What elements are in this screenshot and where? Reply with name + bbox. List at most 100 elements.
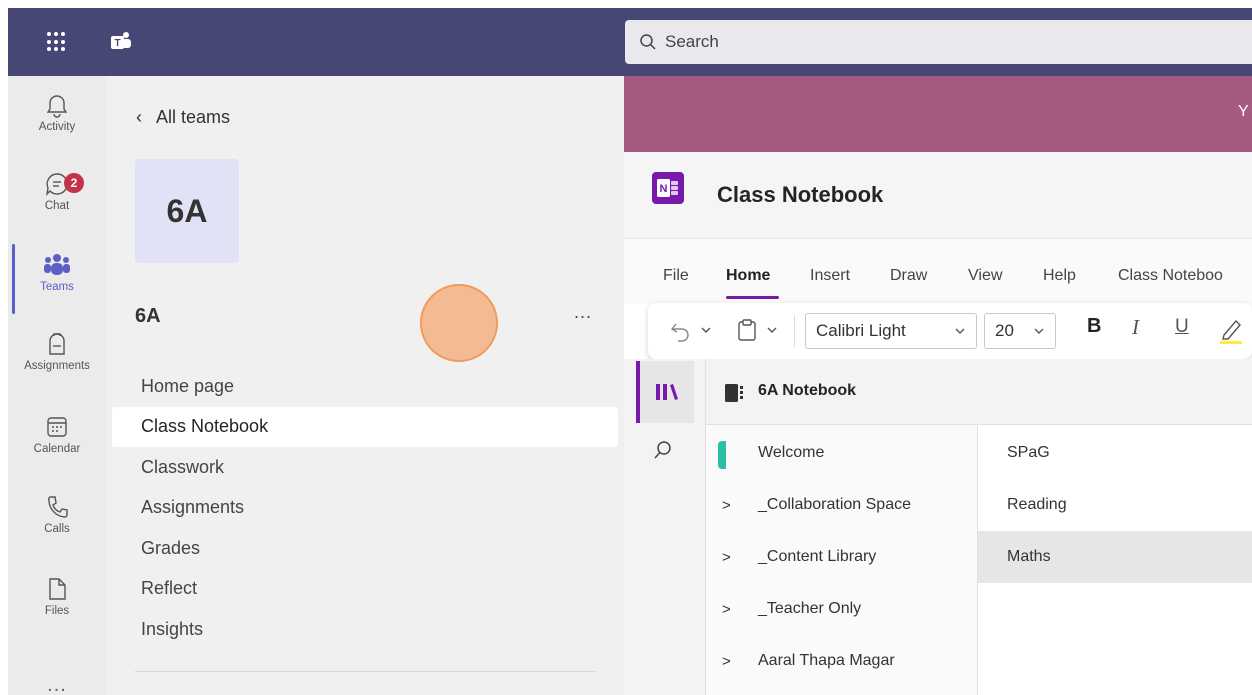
highlighter-icon[interactable] xyxy=(1218,317,1244,345)
app-header: T Search xyxy=(8,8,1252,76)
page-item-maths[interactable]: Maths xyxy=(978,531,1252,583)
tab-insert[interactable]: Insert xyxy=(810,267,850,285)
phone-icon xyxy=(48,496,68,518)
chevron-down-icon[interactable] xyxy=(766,325,778,335)
search-placeholder: Search xyxy=(665,32,719,51)
file-icon xyxy=(49,578,66,600)
notebook-icon xyxy=(725,384,743,402)
section-label: Aaral Thapa Magar xyxy=(758,652,895,669)
rail-label: Calendar xyxy=(33,443,81,455)
team-name: 6A xyxy=(135,305,161,327)
page-title: Class Notebook xyxy=(717,182,884,207)
section-label: _Content Library xyxy=(758,548,877,565)
app-bar: Activity 2 Chat Teams Assignments Calend… xyxy=(8,76,106,695)
chevron-left-icon: ‹ xyxy=(136,107,142,127)
section-group-student[interactable]: > Aaral Thapa Magar xyxy=(706,635,978,687)
section-list: Welcome > _Collaboration Space > _Conten… xyxy=(706,425,978,695)
chevron-right-icon[interactable]: > xyxy=(722,549,731,566)
chevron-right-icon[interactable]: > xyxy=(722,601,731,618)
onenote-logo-letter: N xyxy=(660,183,668,195)
rail-item-calls[interactable]: Calls xyxy=(8,494,106,564)
italic-button[interactable]: I xyxy=(1132,315,1139,340)
nav-item-class-notebook[interactable]: Class Notebook xyxy=(112,406,618,447)
section-item-welcome[interactable]: Welcome xyxy=(706,427,978,479)
section-group-collaboration-space[interactable]: > _Collaboration Space xyxy=(706,479,978,531)
rail-label: Activity xyxy=(38,121,76,133)
section-group-teacher-only[interactable]: > _Teacher Only xyxy=(706,583,978,635)
nav-item-reflect[interactable]: Reflect xyxy=(112,569,618,610)
chevron-right-icon[interactable]: > xyxy=(722,497,731,514)
chevron-down-icon xyxy=(1034,328,1044,334)
team-more-options-button[interactable]: ... xyxy=(574,302,592,323)
rail-item-assignments[interactable]: Assignments xyxy=(8,331,106,401)
section-color-tab xyxy=(718,441,726,469)
notebook-selector[interactable]: 6A Notebook xyxy=(706,359,1252,425)
toolbar-divider xyxy=(794,315,795,347)
notebook-nav-rail xyxy=(624,359,706,695)
chevron-down-icon[interactable] xyxy=(700,325,712,335)
bold-button[interactable]: B xyxy=(1087,315,1101,338)
font-family-select[interactable]: Calibri Light xyxy=(805,313,977,349)
click-indicator xyxy=(420,284,498,362)
rail-label: Files xyxy=(44,605,70,617)
more-apps-button[interactable]: ... xyxy=(8,674,106,695)
page-item-reading[interactable]: Reading xyxy=(978,479,1252,531)
section-group-content-library[interactable]: > _Content Library xyxy=(706,531,978,583)
all-teams-back-link[interactable]: ‹ All teams xyxy=(136,107,230,128)
svg-text:T: T xyxy=(114,38,120,49)
search-icon xyxy=(640,34,656,50)
undo-icon[interactable] xyxy=(670,320,692,342)
chevron-right-icon[interactable]: > xyxy=(722,653,731,670)
search-icon[interactable] xyxy=(652,439,674,461)
rail-item-activity[interactable]: Activity xyxy=(8,92,106,162)
rail-item-teams[interactable]: Teams xyxy=(8,252,106,322)
section-label: _Collaboration Space xyxy=(758,496,911,513)
bell-icon xyxy=(46,95,68,118)
backpack-icon xyxy=(49,333,65,355)
calendar-icon xyxy=(47,417,67,437)
notebooks-library-button[interactable] xyxy=(636,361,694,423)
tab-home[interactable]: Home xyxy=(726,267,770,285)
nav-item-home-page[interactable]: Home page xyxy=(112,366,618,407)
teams-icon xyxy=(44,254,70,275)
section-label: Welcome xyxy=(758,444,825,461)
chat-badge: 2 xyxy=(64,173,84,193)
rail-label: Teams xyxy=(40,281,74,293)
notebook-header: N Class Notebook xyxy=(624,152,1252,238)
rail-item-files[interactable]: Files xyxy=(8,576,106,646)
tab-help[interactable]: Help xyxy=(1043,267,1076,285)
tab-view[interactable]: View xyxy=(968,267,1002,285)
page-list: SPaG Reading Maths xyxy=(978,425,1252,695)
app-launcher-icon[interactable] xyxy=(47,32,67,52)
onenote-icon: N xyxy=(652,172,684,204)
nav-item-assignments[interactable]: Assignments xyxy=(112,488,618,529)
rail-item-calendar[interactable]: Calendar xyxy=(8,414,106,484)
tab-class-notebook[interactable]: Class Noteboo xyxy=(1118,267,1223,285)
notification-banner: Y xyxy=(624,76,1252,152)
section-label: _Teacher Only xyxy=(758,600,862,617)
chevron-down-icon xyxy=(955,328,965,334)
rail-item-chat[interactable]: 2 Chat xyxy=(8,171,106,241)
underline-button[interactable]: U xyxy=(1175,316,1189,338)
tab-draw[interactable]: Draw xyxy=(890,267,927,285)
tab-file[interactable]: File xyxy=(663,267,689,285)
ribbon-toolbar: Calibri Light 20 B I U xyxy=(648,303,1252,359)
nav-item-classwork[interactable]: Classwork xyxy=(112,447,618,488)
banner-text: Y xyxy=(1238,103,1249,120)
font-size-select[interactable]: 20 xyxy=(984,313,1056,349)
ribbon-tabs: File Home Insert Draw View Help Class No… xyxy=(624,238,1252,304)
team-avatar: 6A xyxy=(135,159,239,263)
nav-item-insights[interactable]: Insights xyxy=(112,609,618,650)
clipboard-icon[interactable] xyxy=(736,318,758,342)
library-icon xyxy=(656,384,678,400)
team-panel: ‹ All teams 6A 6A ... Home page Class No… xyxy=(106,76,624,695)
teams-logo-icon: T xyxy=(111,32,131,49)
page-item-spag[interactable]: SPaG xyxy=(978,427,1252,479)
onenote-logo-icon: N xyxy=(657,179,678,197)
team-channel-nav: Home page Class Notebook Classwork Assig… xyxy=(112,366,618,650)
divider xyxy=(135,671,595,672)
font-family-value: Calibri Light xyxy=(816,321,906,340)
notebook-name: 6A Notebook xyxy=(758,382,857,399)
nav-item-grades[interactable]: Grades xyxy=(112,528,618,569)
search-input[interactable]: Search xyxy=(625,20,1252,64)
